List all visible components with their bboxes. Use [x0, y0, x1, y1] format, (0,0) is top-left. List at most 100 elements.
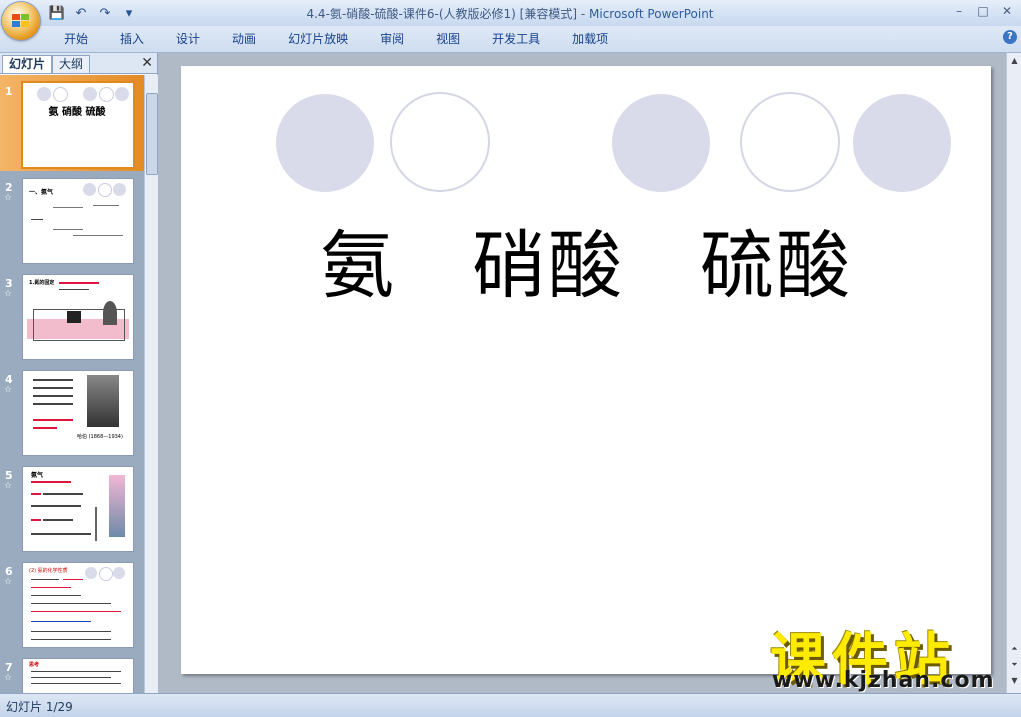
save-icon[interactable]: 💾 — [48, 5, 66, 21]
tab-design[interactable]: 设计 — [160, 30, 216, 50]
thumb-title: 一、氨气 — [29, 189, 54, 196]
scrollbar-thumb[interactable] — [146, 93, 158, 175]
thumb-title: 氨 硝酸 硫酸 — [48, 107, 106, 118]
thumb-circle — [113, 183, 126, 196]
tab-slideshow[interactable]: 幻灯片放映 — [272, 30, 364, 50]
thumb-diagram-box — [33, 309, 125, 341]
thumb-text-line — [63, 579, 83, 580]
slide-thumbnail-4[interactable]: 哈伯 (1868—1934) — [22, 370, 134, 456]
tab-addins[interactable]: 加载项 — [556, 30, 624, 50]
tab-developer[interactable]: 开发工具 — [476, 30, 556, 50]
slide-counter: 幻灯片 1/29 — [6, 700, 73, 714]
thumb-text-line — [31, 219, 43, 220]
decorative-circle — [276, 94, 374, 192]
animation-star-icon: ☆ — [4, 289, 13, 299]
next-slide-icon[interactable]: ⏷ — [1008, 659, 1021, 671]
undo-icon[interactable]: ↶ — [72, 5, 90, 21]
slide-thumbnail-2[interactable]: 一、氨气 — [22, 178, 134, 264]
thumb-text-line — [43, 519, 73, 521]
thumb-text-line — [33, 387, 73, 389]
redo-icon[interactable]: ↷ — [96, 5, 114, 21]
portrait-photo-icon — [87, 375, 119, 427]
tab-home[interactable]: 开始 — [48, 30, 104, 50]
thumb-text-line — [59, 282, 99, 284]
thumb-text-line — [33, 395, 73, 397]
previous-slide-icon[interactable]: ⏶ — [1008, 643, 1021, 655]
slide-thumbnail-6[interactable]: (2) 氨的化学性质 — [22, 562, 134, 648]
thumb-title: (2) 氨的化学性质 — [29, 568, 68, 574]
status-bar: 幻灯片 1/29 — [0, 693, 1021, 717]
thumb-text-line — [33, 379, 73, 381]
thumb-text-line — [31, 493, 41, 495]
customize-qat-icon[interactable]: ▾ — [120, 5, 138, 21]
thumb-text-line — [33, 403, 73, 405]
thumb-text-line — [31, 603, 111, 604]
thumb-circle — [37, 87, 51, 101]
thumb-text-line — [53, 229, 83, 230]
tab-animations[interactable]: 动画 — [216, 30, 272, 50]
thumb-text-line — [31, 533, 91, 535]
thumb-text-line — [31, 587, 71, 588]
tab-insert[interactable]: 插入 — [104, 30, 160, 50]
slide-canvas[interactable]: 氨 硝酸 硫酸 — [181, 66, 991, 674]
thumb-text-line — [93, 205, 119, 206]
thumb-text-line — [31, 631, 111, 632]
thumb-text-line — [31, 677, 111, 678]
decorative-circle — [853, 94, 951, 192]
stand-icon — [95, 507, 97, 541]
thumb-text-line — [43, 493, 83, 495]
app-name: Microsoft PowerPoint — [589, 7, 714, 21]
thumb-circle — [115, 87, 129, 101]
tab-review[interactable]: 审阅 — [364, 30, 420, 50]
thumb-circle — [83, 183, 96, 196]
decorative-circle — [390, 92, 490, 192]
help-icon[interactable]: ? — [1003, 30, 1017, 44]
slide-number: 1 — [5, 85, 13, 98]
thumb-text-line — [31, 683, 121, 684]
pane-tabs: 幻灯片 大纲 ✕ — [0, 53, 157, 74]
slide-title[interactable]: 氨 硝酸 硫酸 — [181, 206, 991, 313]
slides-pane: 幻灯片 大纲 ✕ 1 氨 硝酸 硫酸 2 ☆ 一、氨气 3 ☆ 1.氮的固定 4… — [0, 53, 158, 693]
slide-thumbnail-1[interactable]: 氨 硝酸 硫酸 — [21, 81, 135, 169]
thumb-caption: 哈伯 (1868—1934) — [77, 434, 123, 440]
thumb-text-line — [53, 207, 83, 208]
thumb-title: 1.氮的固定 — [29, 280, 55, 286]
thumb-text-line — [33, 419, 73, 421]
scroll-down-icon[interactable]: ▼ — [1008, 675, 1021, 687]
ribbon-tabs: 开始 插入 设计 动画 幻灯片放映 审阅 视图 开发工具 加载项 — [48, 30, 624, 50]
thumb-circle — [98, 183, 112, 197]
office-logo-icon — [12, 14, 29, 27]
tab-slides[interactable]: 幻灯片 — [2, 55, 53, 73]
slide-thumbnail-5[interactable]: 氨气 — [22, 466, 134, 552]
tab-outline[interactable]: 大纲 — [52, 55, 91, 73]
tab-view[interactable]: 视图 — [420, 30, 476, 50]
slide-thumbnail-3[interactable]: 1.氮的固定 — [22, 274, 134, 360]
slide-scrollbar[interactable]: ▲ ⏶ ⏷ ▼ — [1006, 53, 1021, 693]
close-button[interactable]: ✕ — [995, 2, 1019, 20]
thumb-title: 思考 — [29, 662, 40, 668]
thumbnails-scrollbar[interactable] — [144, 75, 158, 693]
minimize-button[interactable]: – — [947, 2, 971, 20]
animation-star-icon: ☆ — [4, 481, 13, 491]
scroll-up-icon[interactable]: ▲ — [1008, 55, 1021, 67]
window-title: 4.4-氨-硝酸-硫酸-课件6-(人教版必修1) [兼容模式] - Micros… — [200, 5, 820, 22]
animation-star-icon: ☆ — [4, 193, 13, 203]
thumb-circle — [99, 87, 114, 102]
watermark-url: www.kjzhan.com — [772, 668, 995, 693]
thumb-text-line — [31, 519, 41, 521]
document-title: 4.4-氨-硝酸-硫酸-课件6-(人教版必修1) [兼容模式] - — [306, 7, 589, 21]
thumb-text-line — [31, 671, 121, 672]
thumb-circle — [99, 567, 113, 581]
maximize-button[interactable]: □ — [971, 2, 995, 20]
window-controls: – □ ✕ — [947, 2, 1019, 20]
office-button[interactable] — [2, 2, 40, 40]
thumb-text-line — [31, 481, 71, 483]
slide-thumbnail-7[interactable]: 思考 — [22, 658, 134, 693]
ribbon: 开始 插入 设计 动画 幻灯片放映 审阅 视图 开发工具 加载项 ? — [0, 26, 1021, 53]
thumb-text-line — [31, 611, 121, 612]
close-pane-icon[interactable]: ✕ — [141, 55, 153, 71]
animation-star-icon: ☆ — [4, 385, 13, 395]
quick-access-toolbar: 💾 ↶ ↷ ▾ — [48, 4, 138, 22]
animation-star-icon: ☆ — [4, 673, 13, 683]
thumb-circle — [53, 87, 68, 102]
